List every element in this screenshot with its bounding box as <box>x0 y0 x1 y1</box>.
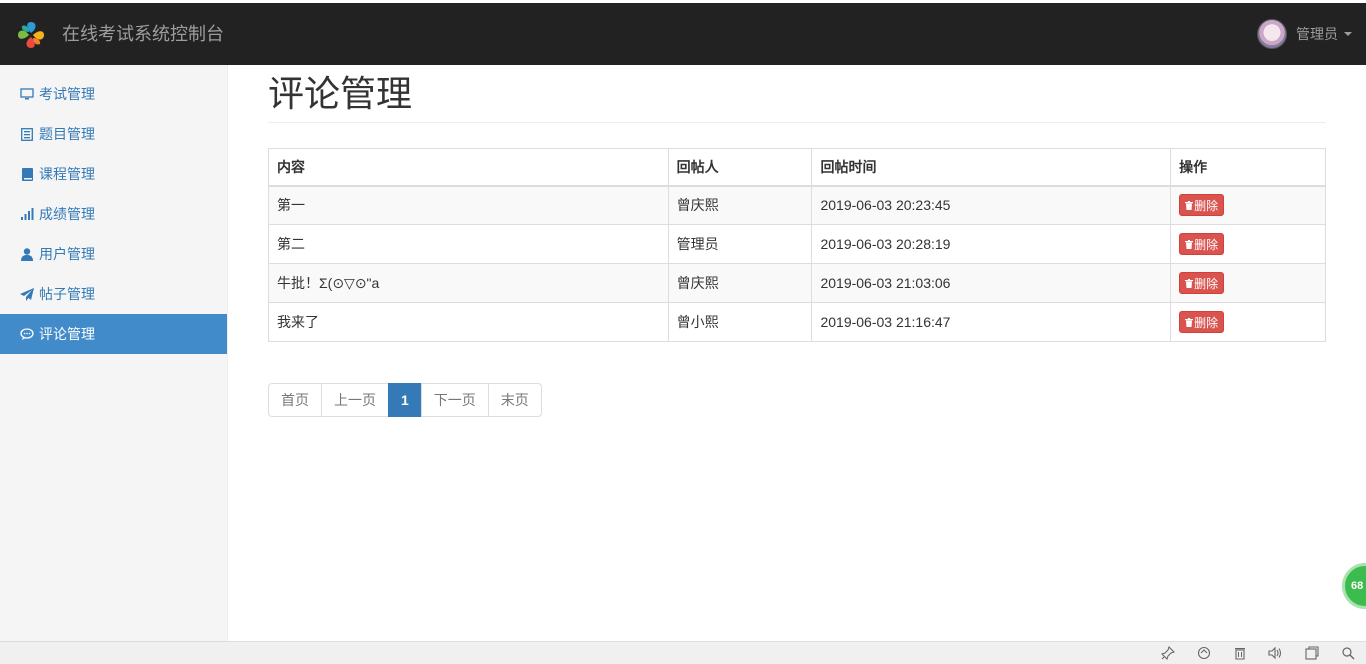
sidebar-item-label: 考试管理 <box>39 86 95 102</box>
cell-time: 2019-06-03 20:28:19 <box>811 224 1172 264</box>
user-name: 管理员 <box>1296 26 1338 42</box>
first-page-button[interactable]: 首页 <box>268 383 322 417</box>
title-divider <box>268 122 1326 123</box>
trash-icon <box>1185 317 1194 327</box>
delete-button[interactable]: 删除 <box>1179 233 1225 255</box>
sidebar-item-grades[interactable]: 成绩管理 <box>0 194 227 234</box>
cell-actions: 删除 <box>1170 263 1326 303</box>
comments-table: 内容 回帖人 回帖时间 操作 第一 曾庆熙 2019-06-03 20:23:4… <box>268 148 1326 342</box>
cell-author: 曾小熙 <box>667 302 813 342</box>
monitor-icon <box>20 87 34 101</box>
delete-button[interactable]: 删除 <box>1179 194 1225 217</box>
sidebar-item-label: 用户管理 <box>39 246 95 262</box>
brand[interactable]: 在线考试系统控制台 <box>14 18 224 52</box>
table-row: 我来了 曾小熙 2019-06-03 21:16:47 删除 <box>268 302 1326 342</box>
app-logo-icon <box>14 18 48 52</box>
sidebar-item-posts[interactable]: 帖子管理 <box>0 274 227 314</box>
delete-button[interactable]: 删除 <box>1179 272 1225 294</box>
volume-icon[interactable] <box>1268 646 1282 660</box>
caret-down-icon <box>1344 32 1352 36</box>
pagination: 首页 上一页 1 下一页 末页 <box>268 383 542 417</box>
column-header-content: 内容 <box>268 148 669 187</box>
search-icon[interactable] <box>1341 646 1355 660</box>
cell-actions: 删除 <box>1170 302 1326 342</box>
column-header-author: 回帖人 <box>667 148 813 187</box>
top-navbar: 在线考试系统控制台 管理员 <box>0 0 1366 65</box>
current-page-button[interactable]: 1 <box>388 383 422 417</box>
sidebar-item-label: 题目管理 <box>39 126 95 142</box>
sidebar-item-questions[interactable]: 题目管理 <box>0 114 227 154</box>
trash-icon <box>1185 200 1194 210</box>
cell-content: 第二 <box>268 224 669 264</box>
table-row: 第二 管理员 2019-06-03 20:28:19 删除 <box>268 224 1326 264</box>
cell-actions: 删除 <box>1170 185 1326 225</box>
trash-can-icon[interactable] <box>1233 646 1247 660</box>
delete-button-label: 删除 <box>1194 237 1219 252</box>
delete-button[interactable]: 删除 <box>1179 311 1225 333</box>
pin-icon[interactable] <box>1161 646 1175 660</box>
sidebar-item-label: 课程管理 <box>39 166 95 182</box>
next-page-button[interactable]: 下一页 <box>420 383 489 417</box>
cell-content: 牛批！Σ(⊙▽⊙"a <box>268 263 669 303</box>
signal-icon <box>20 207 34 221</box>
table-header-row: 内容 回帖人 回帖时间 操作 <box>268 148 1326 187</box>
floating-widget-badge[interactable]: 68 <box>1342 563 1366 609</box>
refresh-icon[interactable] <box>1197 646 1211 660</box>
cell-content: 我来了 <box>268 302 669 342</box>
delete-button-label: 删除 <box>1194 276 1219 291</box>
trash-icon <box>1185 239 1194 249</box>
cell-time: 2019-06-03 21:03:06 <box>811 263 1172 303</box>
cell-author: 管理员 <box>667 224 813 264</box>
user-icon <box>20 247 34 261</box>
cell-content: 第一 <box>268 185 669 225</box>
table-row: 牛批！Σ(⊙▽⊙"a 曾庆熙 2019-06-03 21:03:06 删除 <box>268 263 1326 303</box>
cell-author: 曾庆熙 <box>667 185 813 225</box>
user-menu[interactable]: 管理员 <box>1257 19 1352 49</box>
send-icon <box>20 287 34 301</box>
sidebar-item-label: 成绩管理 <box>39 206 95 222</box>
column-header-actions: 操作 <box>1170 148 1326 187</box>
sidebar-item-label: 评论管理 <box>39 326 95 342</box>
cell-time: 2019-06-03 20:23:45 <box>811 185 1172 225</box>
comment-icon <box>20 327 34 341</box>
delete-button-label: 删除 <box>1194 315 1219 330</box>
cell-author: 曾庆熙 <box>667 263 813 303</box>
sidebar-item-label: 帖子管理 <box>39 286 95 302</box>
sidebar: 考试管理 题目管理 课程管理 成绩管理 用户管理 帖子管理 评论管理 <box>0 65 228 641</box>
bottom-toolbar <box>0 641 1366 664</box>
trash-icon <box>1185 278 1194 288</box>
page-title: 评论管理 <box>268 73 413 114</box>
delete-button-label: 删除 <box>1194 198 1219 213</box>
column-header-time: 回帖时间 <box>811 148 1172 187</box>
prev-page-button[interactable]: 上一页 <box>321 383 389 417</box>
sidebar-nav: 考试管理 题目管理 课程管理 成绩管理 用户管理 帖子管理 评论管理 <box>0 74 227 354</box>
book-icon <box>20 167 34 181</box>
table-row: 第一 曾庆熙 2019-06-03 20:23:45 删除 <box>268 185 1326 225</box>
sidebar-item-users[interactable]: 用户管理 <box>0 234 227 274</box>
sidebar-item-comments[interactable]: 评论管理 <box>0 314 227 354</box>
sidebar-item-courses[interactable]: 课程管理 <box>0 154 227 194</box>
last-page-button[interactable]: 末页 <box>487 383 542 417</box>
avatar <box>1257 19 1287 49</box>
app-title: 在线考试系统控制台 <box>62 24 224 44</box>
main-content: 评论管理 内容 回帖人 回帖时间 操作 第一 曾庆熙 2019-06-03 20… <box>268 65 1326 417</box>
cell-actions: 删除 <box>1170 224 1326 264</box>
window-icon[interactable] <box>1305 646 1319 660</box>
sidebar-item-exams[interactable]: 考试管理 <box>0 74 227 114</box>
cell-time: 2019-06-03 21:16:47 <box>811 302 1172 342</box>
list-icon <box>20 127 34 141</box>
